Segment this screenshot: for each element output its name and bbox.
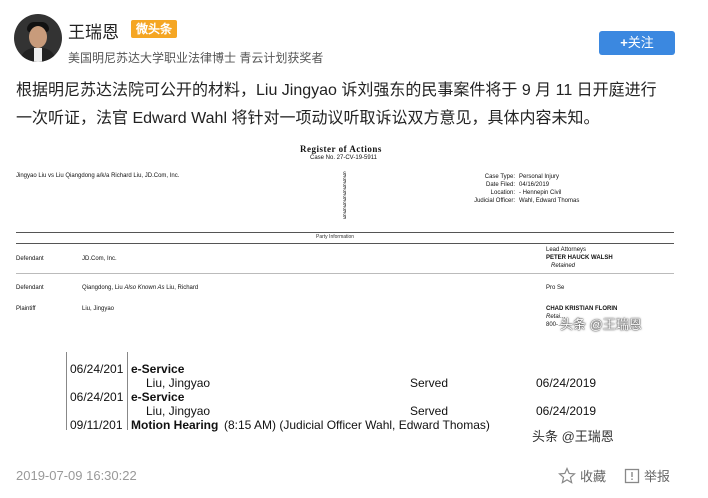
lead-attorneys-label: Lead Attorneys xyxy=(546,247,587,253)
event-date: 06/24/201 xyxy=(70,390,124,404)
party-aka: Also Known As xyxy=(124,285,165,291)
meta-value: 04/16/2019 xyxy=(519,182,550,188)
event-name: e-Service xyxy=(131,362,185,376)
meta-label: Case Type: xyxy=(484,174,515,180)
event-party: Liu, Jingyao xyxy=(146,404,211,418)
section-marks: § § § § § § § § xyxy=(343,172,347,220)
party-role: Defendant xyxy=(16,256,44,262)
favorite-label: 收藏 xyxy=(580,469,607,484)
party-role: Plaintiff xyxy=(16,306,36,312)
meta-label: Location: xyxy=(490,190,515,196)
party-attorney-note: Retained xyxy=(551,263,576,269)
doc-case-number: Case No. 27-CV-19-5911 xyxy=(310,155,377,161)
plus-icon: + xyxy=(620,35,628,50)
party-attorney: PETER HAUCK WALSH xyxy=(546,255,613,261)
doc-caption: Jingyao Liu vs Liu Qiangdong a/k/a Richa… xyxy=(16,173,180,179)
watermark: 头条 @王瑞恩 xyxy=(560,317,642,332)
event-date: 06/24/201 xyxy=(70,362,124,376)
section-header-label: Party Information xyxy=(316,234,355,240)
party-role: Defendant xyxy=(16,285,44,291)
party-attorney: Pro Se xyxy=(546,285,565,291)
doc-meta-labels: Case Type: Date Filed: Location: Judicia… xyxy=(445,173,515,205)
party-name-b: Liu, Richard xyxy=(166,285,199,291)
event-served-date: 06/24/2019 xyxy=(536,376,597,390)
event-name: e-Service xyxy=(131,390,185,404)
table-border xyxy=(66,352,67,430)
report-button[interactable]: 举报 xyxy=(624,466,670,487)
author-subtitle: 美国明尼苏达大学职业法律博士 青云计划获奖者 xyxy=(68,51,324,65)
event-date: 09/11/201 xyxy=(70,418,123,432)
star-icon xyxy=(558,467,576,488)
meta-label: Judicial Officer: xyxy=(474,198,515,204)
event-status: Served xyxy=(410,404,449,418)
party-information-header: Party Information xyxy=(16,232,674,244)
post-line-1: 根据明尼苏达法院可公开的材料，Liu Jingyao 诉刘强东的民事案件将于 9… xyxy=(16,82,657,99)
event-status: Served xyxy=(410,376,449,390)
post-text: 根据明尼苏达法院可公开的材料，Liu Jingyao 诉刘强东的民事案件将于 9… xyxy=(16,77,686,133)
meta-value: Wahl, Edward Thomas xyxy=(519,198,580,204)
meta-value: - Hennepin Civil xyxy=(519,190,562,196)
doc-meta-values: Personal Injury 04/16/2019 - Hennepin Ci… xyxy=(519,173,579,205)
meta-label: Date Filed: xyxy=(485,182,515,188)
divider xyxy=(16,273,674,274)
party-name: Liu, Jingyao xyxy=(82,306,115,312)
meta-value: Personal Injury xyxy=(519,174,560,180)
party-name: Qiangdong, Liu Also Known As Liu, Richar… xyxy=(82,285,198,291)
report-label: 举报 xyxy=(644,469,671,484)
follow-label: 关注 xyxy=(627,35,654,50)
post-timestamp: 2019-07-09 16:30:22 xyxy=(16,468,137,483)
event-name: Motion Hearing xyxy=(131,418,219,432)
event-served-date: 06/24/2019 xyxy=(536,404,597,418)
avatar-face xyxy=(29,26,47,48)
event-party: Liu, Jingyao xyxy=(146,376,211,390)
follow-button[interactable]: +关注 xyxy=(599,31,675,55)
avatar-shirt xyxy=(34,48,42,62)
report-icon xyxy=(624,468,640,487)
author-name[interactable]: 王瑞恩 xyxy=(68,18,119,43)
event-detail: (8:15 AM) (Judicial Officer Wahl, Edward… xyxy=(224,418,490,432)
table-border xyxy=(127,352,128,430)
court-document-image: Register of Actions Case No. 27-CV-19-59… xyxy=(0,140,708,350)
events-table-image: 06/24/201 e-Service Liu, Jingyao Served … xyxy=(0,352,708,444)
favorite-button[interactable]: 收藏 xyxy=(558,466,606,488)
party-attorney: CHAD KRISTIAN FLORIN xyxy=(546,306,618,312)
doc-title: Register of Actions xyxy=(300,144,382,154)
post-line-2: 一次听证，法官 Edward Wahl 将针对一项动议听取诉讼双方意见，具体内容… xyxy=(16,110,600,127)
party-name-a: Qiangdong, Liu xyxy=(82,285,123,291)
avatar[interactable] xyxy=(14,14,62,62)
watermark: 头条 @王瑞恩 xyxy=(532,429,614,444)
party-name: JD.Com, Inc. xyxy=(82,256,117,262)
weitoutiao-badge: 微头条 xyxy=(131,20,178,38)
